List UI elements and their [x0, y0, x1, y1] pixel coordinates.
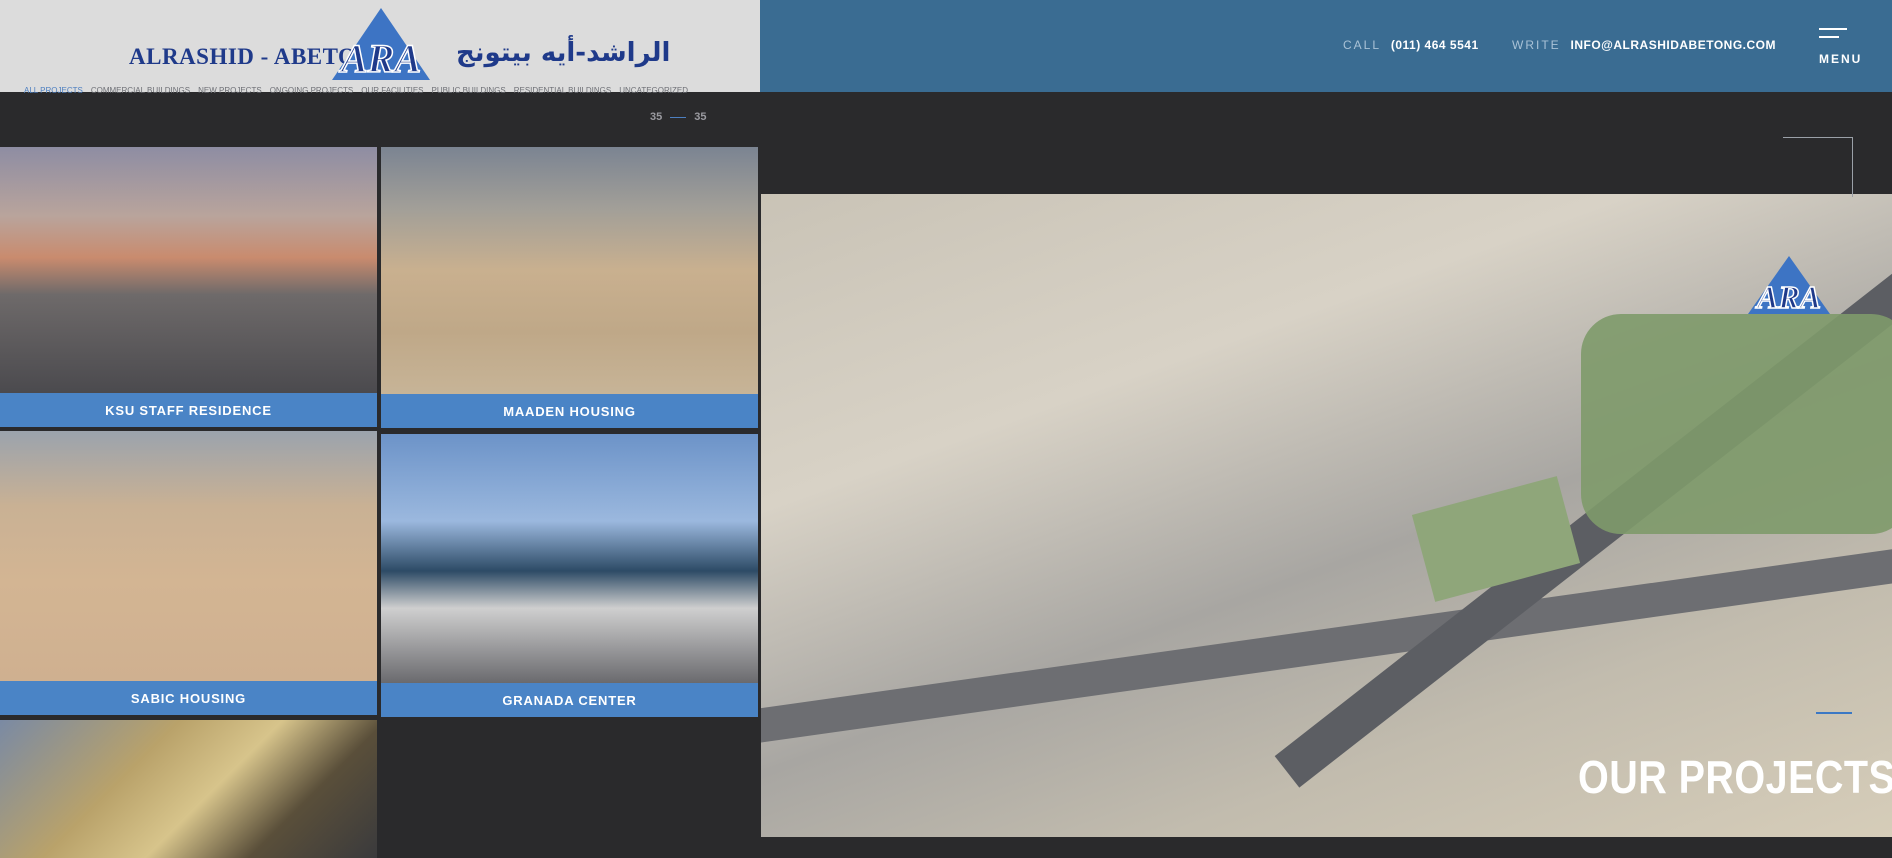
project-counter: 35 35 [650, 111, 707, 123]
svg-text:ARA: ARA [338, 36, 421, 81]
decorative-frame [1783, 137, 1853, 197]
project-card[interactable]: SABIC HOUSING [0, 431, 377, 715]
slide-indicator[interactable] [1816, 712, 1852, 714]
ara-watermark-icon: ARA [1748, 256, 1830, 316]
filter-residential-buildings[interactable]: RESIDENTIAL BUILDINGS [514, 86, 612, 98]
counter-divider [670, 116, 687, 118]
write-label: WRITE [1512, 38, 1561, 52]
project-title: MAADEN HOUSING [381, 394, 758, 428]
project-card[interactable]: MAADEN HOUSING [381, 147, 758, 428]
call-link[interactable]: CALL (011) 464 5541 [1343, 38, 1479, 52]
logo-header[interactable]: ALRASHID - ABETONG ARA الراشد-أيه بيتونج [0, 0, 760, 92]
filter-ongoing-projects[interactable]: ONGOING PROJECTS [270, 86, 354, 98]
project-card[interactable] [0, 720, 377, 858]
menu-label: MENU [1819, 52, 1863, 66]
filter-all-projects[interactable]: ALL PROJECTS [24, 86, 83, 98]
hero-aerial-image [761, 194, 1892, 837]
call-number[interactable]: (011) 464 5541 [1391, 38, 1479, 52]
project-photo [381, 147, 758, 394]
hero-park [1581, 314, 1892, 534]
counter-total: 35 [694, 111, 707, 123]
email-link[interactable]: WRITE INFO@ALRASHIDABETONG.COM [1512, 38, 1776, 52]
project-card[interactable]: KSU STAFF RESIDENCE [0, 147, 377, 427]
project-title: GRANADA CENTER [381, 683, 758, 717]
hamburger-icon-line-1 [1819, 28, 1847, 30]
hero-title: OUR PROJECTS [1578, 751, 1892, 803]
logo-arabic-text: الراشد-أيه بيتونج [456, 38, 671, 68]
hamburger-icon-line-2 [1819, 36, 1839, 38]
counter-current: 35 [650, 111, 663, 123]
logo-en-part1: ALRASHID [129, 44, 255, 69]
ara-logo-icon: ARA [332, 8, 430, 82]
project-photo [0, 720, 377, 858]
filter-our-facilities[interactable]: OUR FACILITIES [361, 86, 423, 98]
project-title: KSU STAFF RESIDENCE [0, 393, 377, 427]
filter-commercial-buildings[interactable]: COMMERCIAL BUILDINGS [91, 86, 190, 98]
filter-uncategorized[interactable]: UNCATEGORIZED [619, 86, 688, 98]
logo-en-sep: - [260, 44, 269, 69]
email-address[interactable]: INFO@ALRASHIDABETONG.COM [1571, 38, 1776, 52]
project-title: SABIC HOUSING [0, 681, 377, 715]
project-photo [0, 431, 377, 681]
top-bar: CALL (011) 464 5541 WRITE INFO@ALRASHIDA… [760, 0, 1892, 92]
page: ALRASHID - ABETONG ARA الراشد-أيه بيتونج… [0, 0, 1892, 858]
filter-public-buildings[interactable]: PUBLIC BUILDINGS [431, 86, 505, 98]
svg-text:ARA: ARA [1755, 279, 1821, 315]
project-card[interactable]: GRANADA CENTER [381, 434, 758, 717]
call-label: CALL [1343, 38, 1382, 52]
project-filter-bar: ALL PROJECTS COMMERCIAL BUILDINGS NEW PR… [24, 86, 688, 98]
project-photo [381, 434, 758, 683]
menu-button[interactable]: MENU [1819, 28, 1863, 68]
project-photo [0, 147, 377, 393]
filter-new-projects[interactable]: NEW PROJECTS [198, 86, 262, 98]
